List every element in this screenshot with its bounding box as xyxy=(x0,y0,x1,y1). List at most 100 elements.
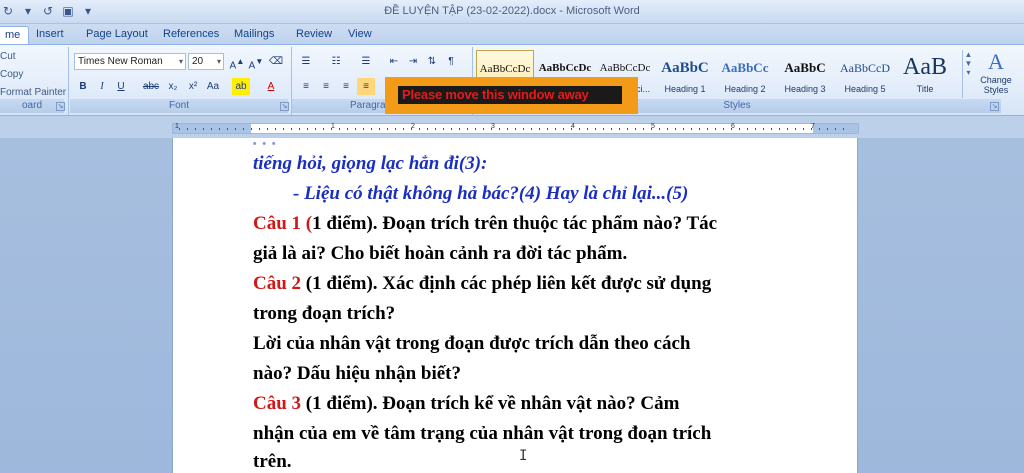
numbering-icon[interactable]: ☷ xyxy=(327,53,345,70)
ruler-tick xyxy=(539,128,540,130)
tab-page-layout[interactable]: Page Layout xyxy=(78,26,156,44)
doc-line: trong đoạn trích? xyxy=(253,303,396,324)
ruler-tick xyxy=(187,128,188,130)
style-preview: AaBbC xyxy=(661,60,709,76)
ruler-tick xyxy=(291,128,292,130)
ruler-tick xyxy=(307,128,308,130)
ruler-tick xyxy=(219,128,220,130)
doc-line: nào? Dấu hiệu nhận biết? xyxy=(253,363,462,384)
align-center-icon[interactable]: ≡ xyxy=(317,78,335,95)
ruler-tick xyxy=(603,128,604,130)
style-heading-3[interactable]: AaBbC Heading 3 xyxy=(776,50,834,98)
clipboard-launcher-icon[interactable]: ↘ xyxy=(56,102,65,111)
text-cursor-icon: I xyxy=(519,448,528,464)
font-color-icon[interactable]: A xyxy=(262,78,280,95)
format-painter-button[interactable]: Format Painter xyxy=(0,87,66,98)
ruler-tick xyxy=(227,128,228,130)
style-name: Heading 5 xyxy=(844,84,886,94)
sort-icon[interactable]: ⇅ xyxy=(423,53,441,70)
cut-button[interactable]: Cut xyxy=(0,51,16,62)
ruler-tick xyxy=(347,128,348,130)
document-page[interactable]: . . . tiếng hỏi, giọng lạc hẳn đi(3): - … xyxy=(172,138,858,473)
chevron-up-icon[interactable]: ▲ xyxy=(963,50,974,59)
tab-insert[interactable]: Insert xyxy=(28,26,72,44)
ruler-tick xyxy=(843,128,844,130)
ruler-tick xyxy=(243,128,244,130)
justify-icon[interactable]: ≡ xyxy=(357,78,375,95)
show-formatting-icon[interactable]: ¶ xyxy=(442,53,460,70)
grow-font-icon[interactable]: A▲ xyxy=(228,53,246,71)
ruler-tick xyxy=(563,128,564,130)
warning-popup[interactable]: Please move this window away xyxy=(385,77,638,114)
doc-line: nhận của em về tâm trạng của nhân vật tr… xyxy=(253,423,712,444)
multilevel-list-icon[interactable]: ☰ xyxy=(357,53,375,70)
question-text: (1 điểm). Xác định các phép liên kết đượ… xyxy=(301,273,712,294)
ruler-tick xyxy=(371,128,372,130)
warning-popup-body: Please move this window away xyxy=(398,86,622,104)
tab-view[interactable]: View xyxy=(340,26,380,44)
clear-formatting-icon[interactable]: ⌫ xyxy=(267,53,285,70)
change-styles-button[interactable]: A Change Styles xyxy=(976,49,1016,101)
ruler-tick xyxy=(747,128,748,130)
chevron-down-icon: ▾ xyxy=(178,57,183,66)
tab-home[interactable]: me xyxy=(0,26,30,44)
ruler-tick xyxy=(827,128,828,130)
style-heading-1[interactable]: AaBbC Heading 1 xyxy=(656,50,714,98)
change-case-icon[interactable]: Aa xyxy=(204,78,222,95)
question-1: Câu 1 (1 điểm). Đoạn trích trên thuộc tá… xyxy=(253,212,717,236)
ruler-tick xyxy=(251,128,252,130)
chevron-down-icon[interactable]: ▼ xyxy=(963,59,974,68)
question-label: Câu 3 xyxy=(253,393,302,414)
style-name: Heading 2 xyxy=(724,84,766,94)
divider xyxy=(68,47,69,115)
ruler-tick xyxy=(443,128,444,130)
ruler-tick xyxy=(819,128,820,130)
copy-button[interactable]: Copy xyxy=(0,69,23,80)
style-heading-2[interactable]: AaBbCc Heading 2 xyxy=(716,50,774,98)
font-name-combo[interactable]: Times New Roman ▾ xyxy=(74,53,186,70)
styles-scroll[interactable]: ▲ ▼ ▾ xyxy=(962,50,974,98)
ruler-tick xyxy=(507,128,508,130)
title-bar: ↻ ▾ ↺ ▣ ▾ ĐỀ LUYỆN TẬP (23-02-2022).docx… xyxy=(0,0,1024,24)
ruler-tick xyxy=(595,128,596,130)
strikethrough-icon[interactable]: abc xyxy=(142,78,160,95)
align-right-icon[interactable]: ≡ xyxy=(337,78,355,95)
horizontal-ruler[interactable]: 1 1 2 3 4 5 6 7 xyxy=(172,123,859,134)
ruler-tick xyxy=(723,128,724,130)
shrink-font-icon[interactable]: A▼ xyxy=(247,53,265,71)
font-launcher-icon[interactable]: ↘ xyxy=(280,102,289,111)
ruler-tick xyxy=(771,128,772,130)
ruler-tick xyxy=(451,128,452,130)
ruler-tick xyxy=(683,128,684,130)
increase-indent-icon[interactable]: ⇥ xyxy=(404,53,422,70)
ruler-tick xyxy=(355,128,356,130)
ruler-tick xyxy=(531,128,532,130)
ruler-tick xyxy=(331,128,332,130)
align-left-icon[interactable]: ≡ xyxy=(297,78,315,95)
ruler-tick xyxy=(363,128,364,130)
styles-launcher-icon[interactable]: ↘ xyxy=(990,102,999,111)
font-group-label: Font xyxy=(70,99,288,113)
ruler-tick xyxy=(587,128,588,130)
bold-icon[interactable]: B xyxy=(74,78,92,95)
ruler-tick xyxy=(643,128,644,130)
style-title[interactable]: AaB Title xyxy=(896,50,954,98)
bullets-icon[interactable]: ☰ xyxy=(297,53,315,70)
superscript-icon[interactable]: x² xyxy=(184,78,202,95)
ruler-tick xyxy=(627,128,628,130)
more-icon[interactable]: ▾ xyxy=(963,68,974,77)
ruler-tick xyxy=(299,128,300,130)
underline-icon[interactable]: U xyxy=(112,78,130,95)
ruler-tick xyxy=(651,128,652,130)
ruler-tick xyxy=(515,128,516,130)
highlight-icon[interactable]: ab xyxy=(232,78,250,95)
italic-icon[interactable]: I xyxy=(93,78,111,95)
tab-review[interactable]: Review xyxy=(288,26,340,44)
question-label: Câu 1 ( xyxy=(253,213,313,234)
font-size-combo[interactable]: 20 ▾ xyxy=(188,53,224,70)
tab-references[interactable]: References xyxy=(155,26,227,44)
subscript-icon[interactable]: x₂ xyxy=(164,78,182,95)
decrease-indent-icon[interactable]: ⇤ xyxy=(385,53,403,70)
style-heading-5[interactable]: AaBbCcD Heading 5 xyxy=(836,50,894,98)
tab-mailings[interactable]: Mailings xyxy=(226,26,282,44)
